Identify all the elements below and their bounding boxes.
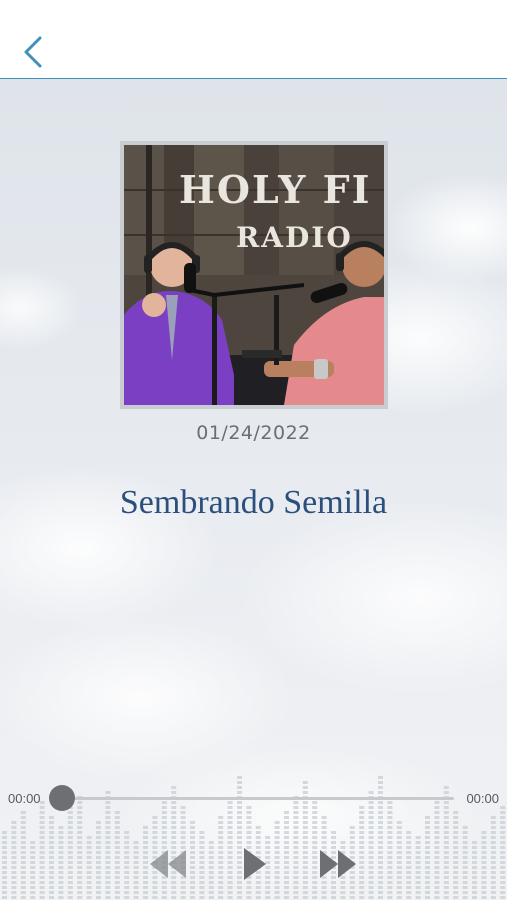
- episode-date: 01/24/2022: [196, 422, 311, 444]
- navigation-bar: [0, 0, 507, 79]
- artwork-sign-line2: RADIO: [236, 221, 353, 254]
- artwork-sign-line1: HOLY FI: [179, 167, 371, 212]
- total-time: 00:00: [466, 791, 499, 806]
- progress-track[interactable]: [56, 797, 454, 800]
- artwork-image: HOLY FI RADIO: [124, 145, 384, 405]
- episode-artwork: HOLY FI RADIO: [120, 141, 388, 409]
- fast-forward-icon[interactable]: [318, 846, 358, 882]
- current-time: 00:00: [8, 791, 41, 806]
- play-icon[interactable]: [240, 846, 268, 882]
- back-chevron-icon[interactable]: [18, 34, 52, 70]
- progress-slider-thumb[interactable]: [49, 785, 75, 811]
- episode-title: Sembrando Semilla: [119, 484, 388, 521]
- rewind-icon[interactable]: [148, 846, 188, 882]
